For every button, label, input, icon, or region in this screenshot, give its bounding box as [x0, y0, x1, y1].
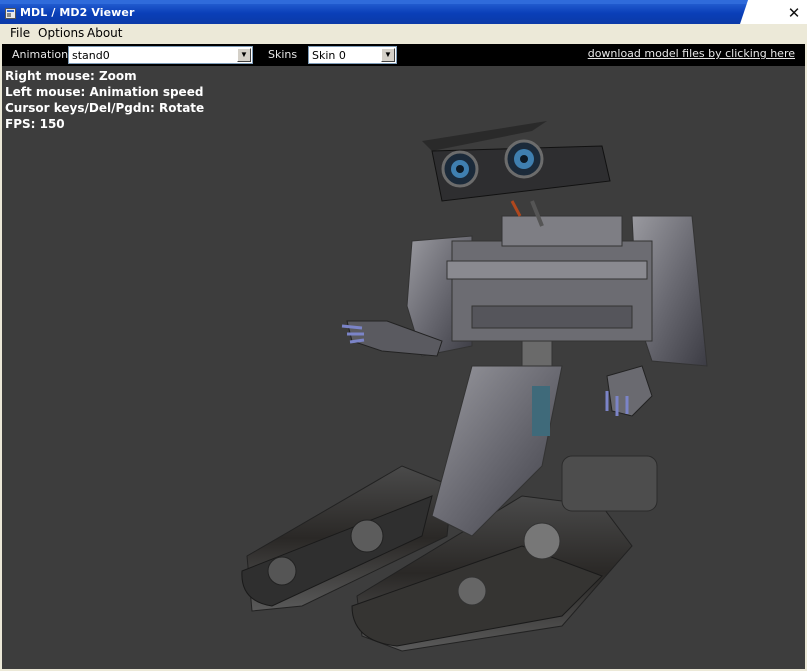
- chevron-down-icon[interactable]: ▼: [381, 48, 395, 62]
- render-viewport[interactable]: Right mouse: Zoom Left mouse: Animation …: [2, 66, 805, 669]
- close-icon[interactable]: ✕: [783, 4, 805, 22]
- animation-select[interactable]: stand0 ▼: [68, 46, 253, 64]
- hud-overlay: Right mouse: Zoom Left mouse: Animation …: [5, 68, 204, 132]
- animation-label: Animation: [12, 48, 69, 61]
- animation-select-value: stand0: [72, 49, 110, 62]
- hud-speed-hint: Left mouse: Animation speed: [5, 85, 204, 99]
- hud-zoom-hint: Right mouse: Zoom: [5, 69, 137, 83]
- menu-file[interactable]: File: [10, 26, 30, 40]
- app-icon: [5, 8, 16, 19]
- robot-body: [406, 215, 708, 367]
- chevron-down-icon[interactable]: ▼: [237, 48, 251, 62]
- hud-fps: FPS: 150: [5, 117, 65, 131]
- toolbar: Animation stand0 ▼ Skins Skin 0 ▼ downlo…: [2, 44, 805, 66]
- app-window: MDL / MD2 Viewer ✕ File Options About An…: [0, 0, 807, 671]
- menu-options[interactable]: Options: [38, 26, 84, 40]
- skins-label: Skins: [268, 48, 298, 61]
- download-link[interactable]: download model files by clicking here: [588, 47, 795, 60]
- menu-about[interactable]: About: [87, 26, 122, 40]
- skins-select-value: Skin 0: [312, 49, 346, 62]
- title-bar-strip: [0, 0, 807, 4]
- title-bar[interactable]: MDL / MD2 Viewer ✕: [0, 0, 807, 24]
- menu-bar: File Options About: [0, 24, 807, 44]
- robot-model: [241, 121, 708, 652]
- hud-rotate-hint: Cursor keys/Del/Pgdn: Rotate: [5, 101, 205, 115]
- robot-head: [422, 121, 611, 227]
- window-title: MDL / MD2 Viewer: [20, 6, 135, 19]
- skins-select[interactable]: Skin 0 ▼: [308, 46, 397, 64]
